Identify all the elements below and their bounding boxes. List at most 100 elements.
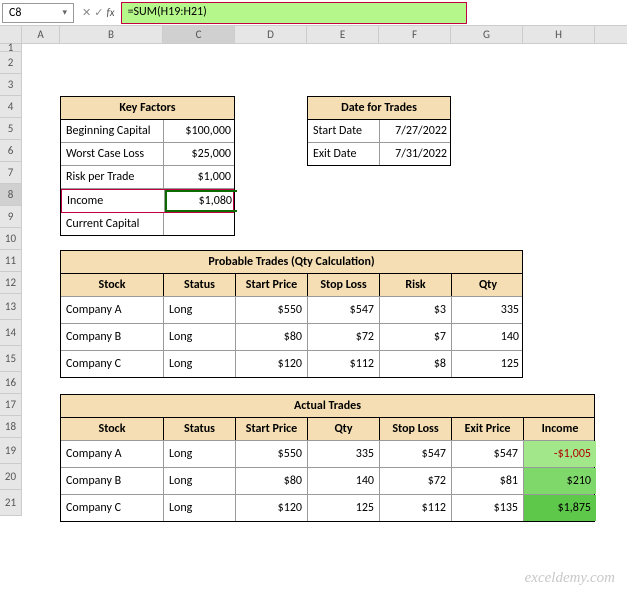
at-stock[interactable]: Company B bbox=[61, 468, 164, 494]
col-header[interactable]: F bbox=[379, 26, 451, 43]
pt-start[interactable]: $120 bbox=[236, 351, 308, 377]
at-status[interactable]: Long bbox=[164, 441, 236, 467]
row-header[interactable]: 18 bbox=[0, 416, 22, 438]
pt-stock[interactable]: Company A bbox=[61, 297, 164, 323]
row-header[interactable]: 5 bbox=[0, 118, 22, 140]
row-header[interactable]: 19 bbox=[0, 438, 22, 464]
at-status[interactable]: Long bbox=[164, 468, 236, 494]
at-exit[interactable]: $135 bbox=[452, 495, 524, 521]
kf-value[interactable]: $100,000 bbox=[164, 120, 236, 142]
row-header[interactable]: 17 bbox=[0, 394, 22, 416]
col-header[interactable]: H bbox=[523, 26, 595, 43]
probable-trades-table: Probable Trades (Qty Calculation) Stock … bbox=[60, 250, 523, 378]
at-header: Stock bbox=[61, 418, 164, 440]
cancel-icon[interactable]: ✕ bbox=[82, 6, 91, 19]
row-header[interactable]: 15 bbox=[0, 346, 22, 372]
row-header[interactable]: 4 bbox=[0, 96, 22, 118]
row-header[interactable]: 16 bbox=[0, 372, 22, 394]
at-income[interactable]: $1,875 bbox=[524, 495, 596, 521]
at-exit[interactable]: $81 bbox=[452, 468, 524, 494]
formula-input[interactable]: =SUM(H19:H21) bbox=[121, 2, 467, 24]
row-header[interactable]: 13 bbox=[0, 294, 22, 320]
at-start[interactable]: $80 bbox=[236, 468, 308, 494]
pt-stop[interactable]: $112 bbox=[308, 351, 380, 377]
at-start[interactable]: $120 bbox=[236, 495, 308, 521]
pt-header: Stop Loss bbox=[308, 274, 380, 296]
at-status[interactable]: Long bbox=[164, 495, 236, 521]
row-header[interactable]: 14 bbox=[0, 320, 22, 346]
name-box-dropdown-icon[interactable]: ▾ bbox=[62, 7, 67, 18]
fx-icon[interactable]: fx bbox=[106, 6, 114, 19]
pt-risk[interactable]: $8 bbox=[380, 351, 452, 377]
col-header[interactable]: G bbox=[451, 26, 523, 43]
row-header[interactable]: 9 bbox=[0, 206, 22, 228]
kf-label[interactable]: Income bbox=[62, 190, 165, 212]
pt-qty[interactable]: 125 bbox=[452, 351, 524, 377]
pt-risk[interactable]: $7 bbox=[380, 324, 452, 350]
col-header[interactable]: A bbox=[22, 26, 60, 43]
formula-bar: C8 ▾ ✕ ✓ fx =SUM(H19:H21) bbox=[0, 0, 627, 26]
pt-stock[interactable]: Company C bbox=[61, 351, 164, 377]
at-stop[interactable]: $547 bbox=[380, 441, 452, 467]
pt-qty[interactable]: 140 bbox=[452, 324, 524, 350]
pt-status[interactable]: Long bbox=[164, 351, 236, 377]
confirm-icon[interactable]: ✓ bbox=[94, 6, 103, 19]
kf-value[interactable]: $1,000 bbox=[164, 166, 236, 188]
at-exit[interactable]: $547 bbox=[452, 441, 524, 467]
name-box[interactable]: C8 ▾ bbox=[2, 3, 74, 23]
kf-label[interactable]: Risk per Trade bbox=[61, 166, 164, 188]
kf-label[interactable]: Worst Case Loss bbox=[61, 143, 164, 165]
col-header[interactable]: D bbox=[235, 26, 307, 43]
pt-stop[interactable]: $547 bbox=[308, 297, 380, 323]
pt-header: Qty bbox=[452, 274, 524, 296]
pt-qty[interactable]: 335 bbox=[452, 297, 524, 323]
dt-value[interactable]: 7/27/2022 bbox=[380, 120, 452, 142]
selected-cell[interactable]: $1,080 bbox=[165, 190, 237, 212]
col-header[interactable]: C bbox=[163, 26, 235, 43]
at-qty[interactable]: 125 bbox=[308, 495, 380, 521]
pt-stop[interactable]: $72 bbox=[308, 324, 380, 350]
column-headers: A B C D E F G H bbox=[0, 26, 627, 44]
kf-label[interactable]: Beginning Capital bbox=[61, 120, 164, 142]
date-trades-table: Date for Trades Start Date 7/27/2022 Exi… bbox=[307, 96, 451, 166]
row-header[interactable]: 3 bbox=[0, 74, 22, 96]
row-header[interactable]: 20 bbox=[0, 464, 22, 490]
at-income[interactable]: $210 bbox=[524, 468, 596, 494]
pt-status[interactable]: Long bbox=[164, 297, 236, 323]
pt-start[interactable]: $550 bbox=[236, 297, 308, 323]
at-stop[interactable]: $72 bbox=[380, 468, 452, 494]
at-stock[interactable]: Company A bbox=[61, 441, 164, 467]
row-header[interactable]: 21 bbox=[0, 490, 22, 516]
row-header[interactable]: 12 bbox=[0, 272, 22, 294]
probable-title: Probable Trades (Qty Calculation) bbox=[61, 251, 522, 274]
pt-stock[interactable]: Company B bbox=[61, 324, 164, 350]
at-header: Exit Price bbox=[452, 418, 524, 440]
row-header[interactable]: 2 bbox=[0, 52, 22, 74]
at-stop[interactable]: $112 bbox=[380, 495, 452, 521]
dt-label[interactable]: Exit Date bbox=[308, 143, 380, 165]
dt-value[interactable]: 7/31/2022 bbox=[380, 143, 452, 165]
row-header[interactable]: 10 bbox=[0, 228, 22, 250]
row-header[interactable]: 6 bbox=[0, 140, 22, 162]
at-start[interactable]: $550 bbox=[236, 441, 308, 467]
row-header[interactable]: 7 bbox=[0, 162, 22, 184]
row-header[interactable]: 8 bbox=[0, 184, 22, 206]
col-header[interactable]: B bbox=[60, 26, 163, 43]
at-qty[interactable]: 140 bbox=[308, 468, 380, 494]
pt-start[interactable]: $80 bbox=[236, 324, 308, 350]
row-header[interactable]: 11 bbox=[0, 250, 22, 272]
actual-trades-table: Actual Trades Stock Status Start Price Q… bbox=[60, 394, 595, 522]
row-header[interactable]: 1 bbox=[0, 44, 22, 52]
key-factors-title: Key Factors bbox=[61, 97, 234, 120]
at-header: Stop Loss bbox=[380, 418, 452, 440]
pt-risk[interactable]: $3 bbox=[380, 297, 452, 323]
dt-label[interactable]: Start Date bbox=[308, 120, 380, 142]
at-income[interactable]: -$1,005 bbox=[524, 441, 596, 467]
at-qty[interactable]: 335 bbox=[308, 441, 380, 467]
kf-value[interactable]: $25,000 bbox=[164, 143, 236, 165]
pt-status[interactable]: Long bbox=[164, 324, 236, 350]
at-stock[interactable]: Company C bbox=[61, 495, 164, 521]
kf-label[interactable]: Current Capital bbox=[61, 213, 164, 235]
kf-value[interactable] bbox=[164, 213, 236, 235]
col-header[interactable]: E bbox=[307, 26, 379, 43]
